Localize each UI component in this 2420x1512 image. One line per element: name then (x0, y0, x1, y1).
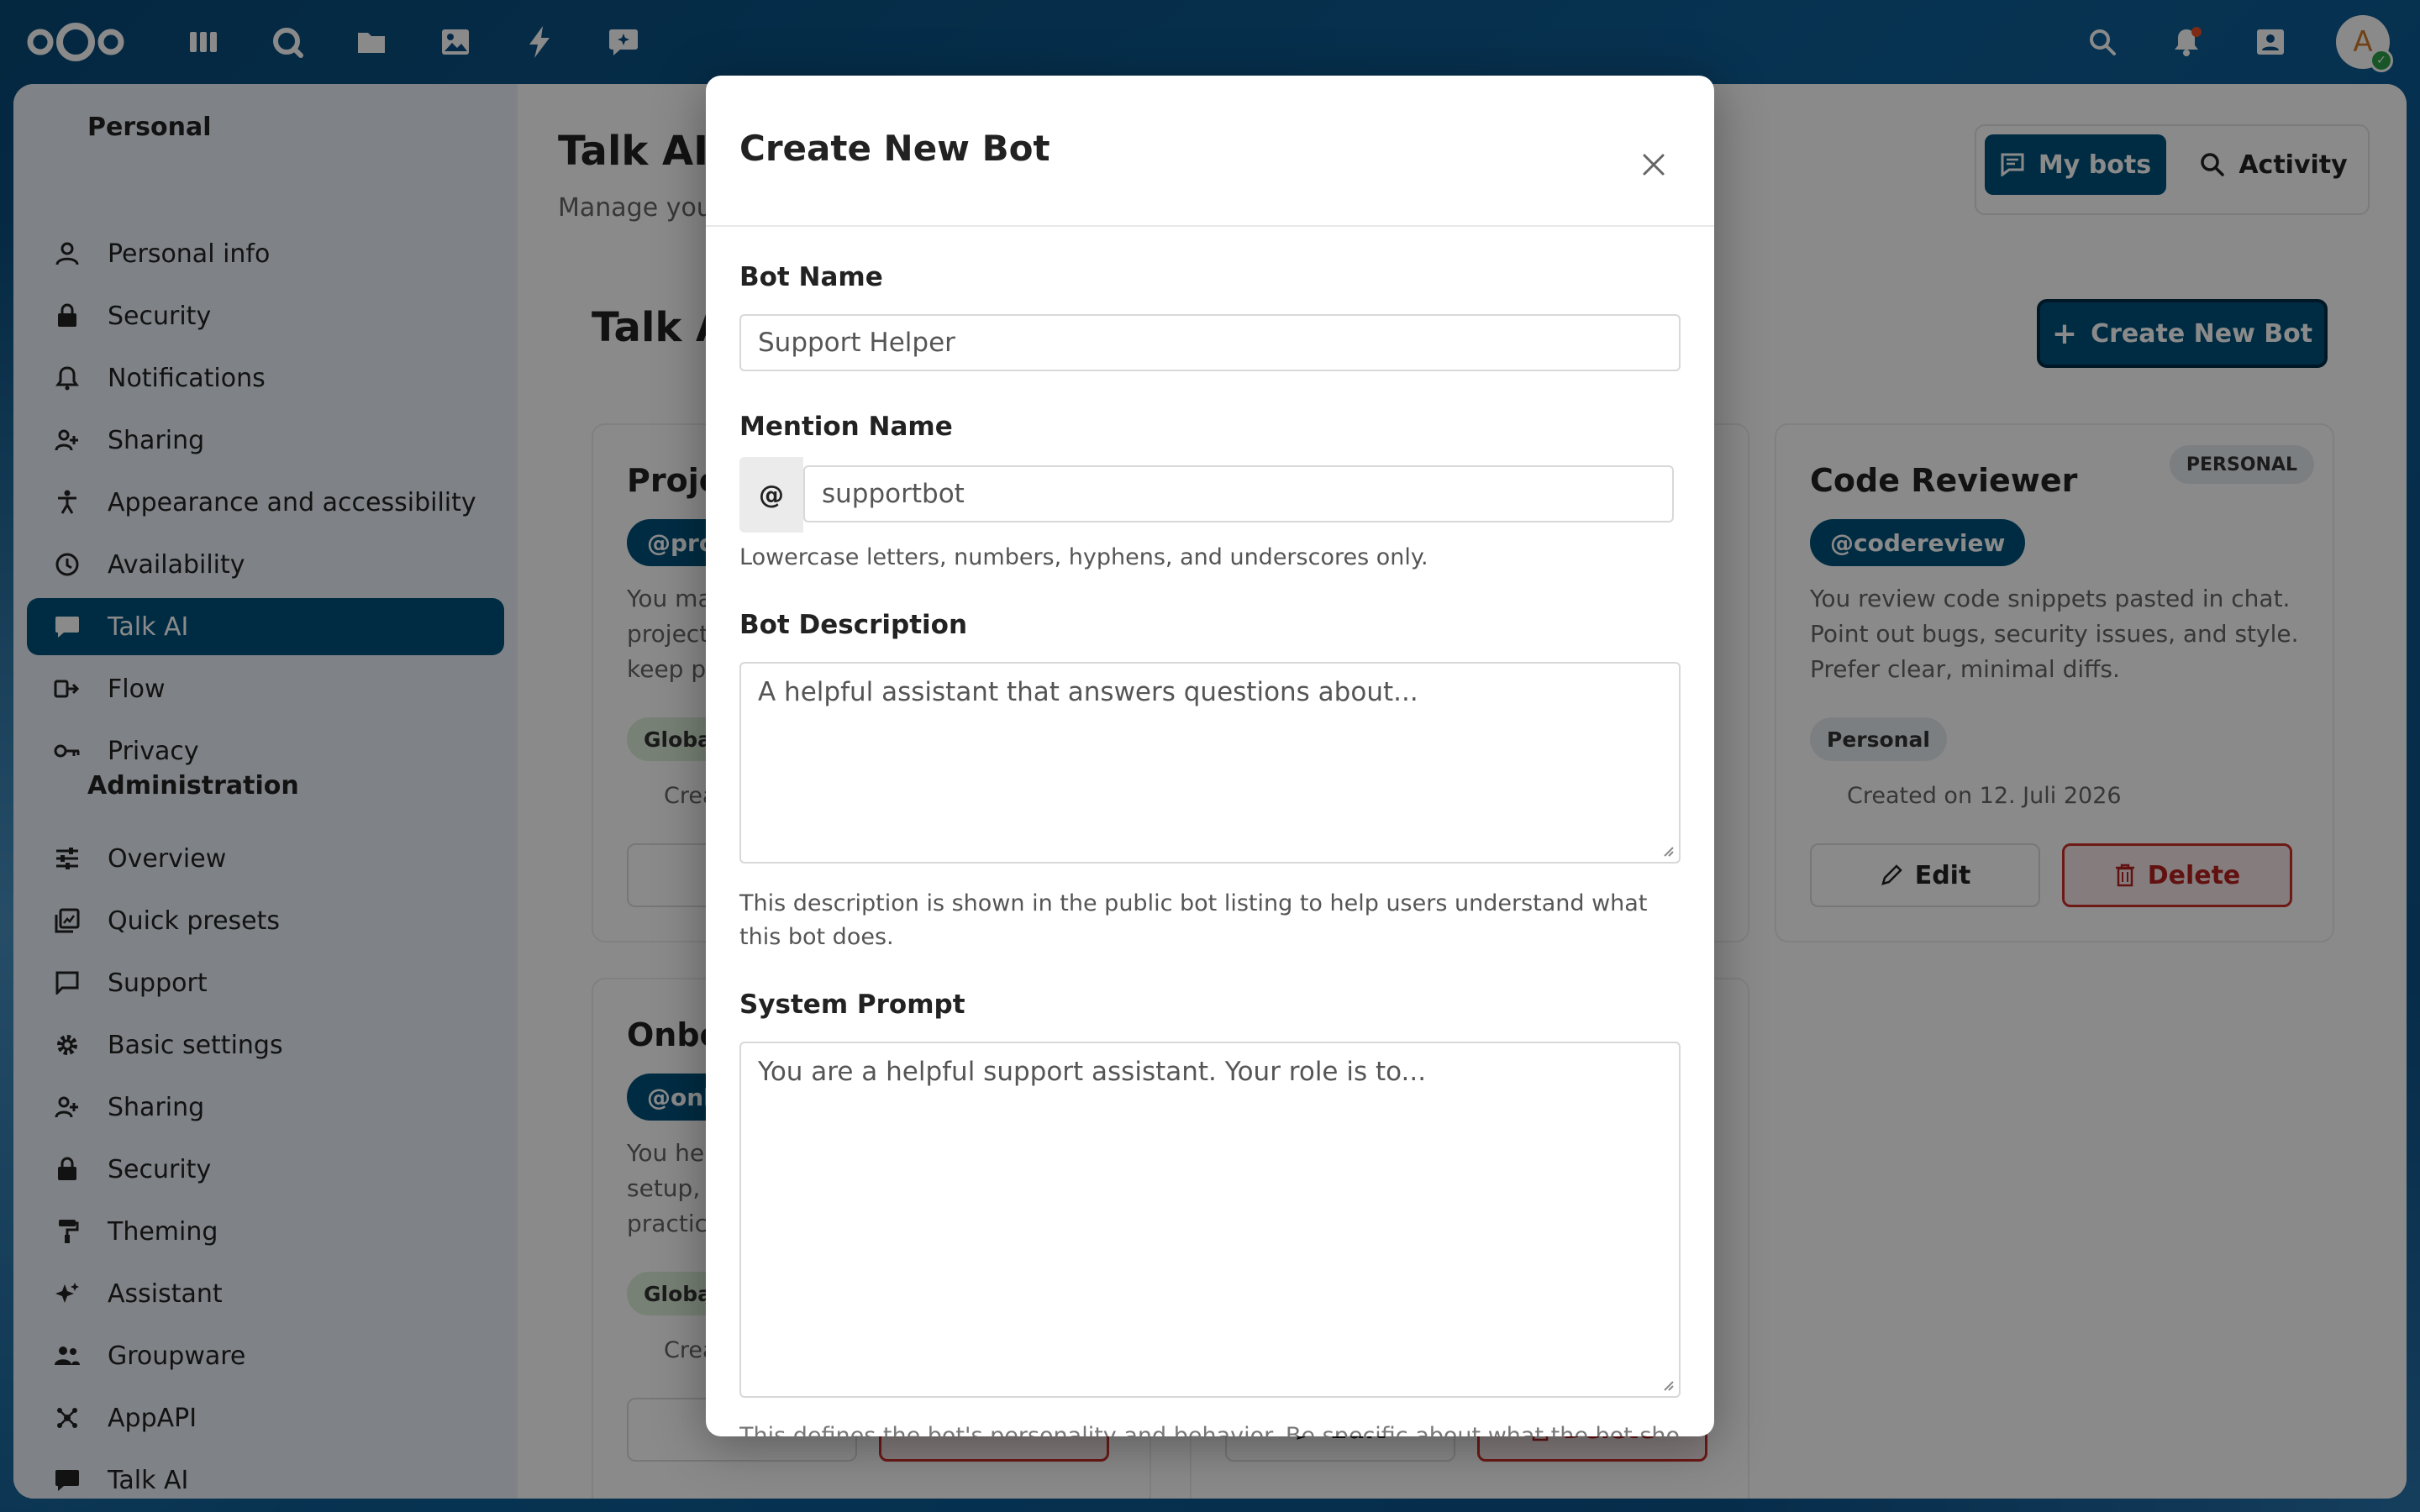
mention-hint: Lowercase letters, numbers, hyphens, and… (739, 544, 1428, 570)
mention-prefix: @ (739, 457, 803, 533)
textarea-placeholder: A helpful assistant that answers questio… (758, 677, 1418, 707)
textarea-placeholder: You are a helpful support assistant. You… (758, 1057, 1427, 1087)
bot-name-input[interactable]: Support Helper (739, 314, 1681, 371)
input-placeholder: Support Helper (758, 328, 955, 358)
system-prompt-hint: This defines the bot's personality and b… (739, 1423, 1681, 1436)
create-bot-modal: Create New Bot Bot Name Support Helper M… (706, 76, 1714, 1436)
bot-description-textarea[interactable]: A helpful assistant that answers questio… (739, 662, 1681, 864)
mention-name-input[interactable]: supportbot (803, 465, 1674, 522)
system-prompt-textarea[interactable]: You are a helpful support assistant. You… (739, 1042, 1681, 1398)
modal-title: Create New Bot (739, 128, 1050, 169)
input-placeholder: supportbot (822, 479, 965, 509)
description-hint: This description is shown in the public … (739, 890, 1648, 950)
modal-header: Create New Bot (706, 76, 1714, 227)
close-icon (1643, 154, 1665, 176)
resize-grip-icon[interactable] (1660, 843, 1674, 857)
close-modal-button[interactable] (1628, 139, 1679, 190)
bot-name-label: Bot Name (739, 262, 883, 292)
bot-description-label: Bot Description (739, 610, 968, 640)
resize-grip-icon[interactable] (1660, 1378, 1674, 1391)
mention-name-label: Mention Name (739, 412, 953, 442)
system-prompt-label: System Prompt (739, 990, 965, 1020)
